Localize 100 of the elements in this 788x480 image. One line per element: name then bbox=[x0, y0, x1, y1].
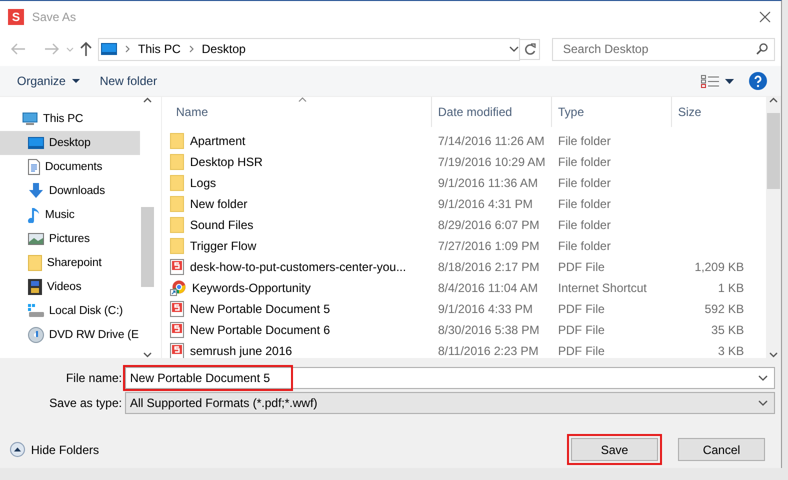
desktop-icon bbox=[101, 43, 117, 55]
table-cell: File folder bbox=[558, 176, 611, 190]
sidebar-item[interactable]: DVD RW Drive (E bbox=[0, 323, 140, 347]
table-cell: 7/19/2016 10:29 AM bbox=[438, 154, 546, 168]
table-cell: File folder bbox=[558, 196, 611, 210]
sidebar-item[interactable]: Music bbox=[0, 203, 140, 227]
refresh-button[interactable] bbox=[520, 38, 540, 60]
table-cell: 8/30/2016 5:38 PM bbox=[438, 322, 540, 336]
sidebar-item[interactable]: Pictures bbox=[0, 227, 140, 251]
folder-icon bbox=[170, 216, 184, 232]
table-cell: PDF File bbox=[558, 322, 605, 336]
table-cell: 9/1/2016 4:31 PM bbox=[438, 196, 533, 210]
file-name[interactable]: Trigger Flow bbox=[190, 238, 256, 252]
file-type-dropdown[interactable]: All Supported Formats (*.pdf;*.wwf) bbox=[125, 392, 775, 414]
close-icon[interactable] bbox=[759, 10, 771, 22]
field-label: Save as type: bbox=[48, 396, 123, 410]
new-folder-button[interactable]: New folder bbox=[94, 72, 162, 90]
folder-icon bbox=[170, 154, 184, 170]
help-icon[interactable] bbox=[749, 72, 767, 90]
scroll-down-icon[interactable] bbox=[769, 352, 778, 358]
column-header[interactable]: Name bbox=[162, 97, 432, 127]
table-cell-text: 35 KB bbox=[710, 322, 744, 336]
film-strip-icon bbox=[28, 279, 42, 295]
sidebar-item[interactable]: Downloads bbox=[0, 179, 140, 203]
file-name[interactable]: Desktop HSR bbox=[190, 154, 263, 168]
address-bar[interactable]: This PC Desktop bbox=[98, 38, 520, 60]
sidebar-item[interactable]: Desktop bbox=[0, 131, 140, 155]
column-header[interactable]: Date modified bbox=[432, 97, 552, 127]
sidebar-item[interactable]: Documents bbox=[0, 155, 140, 179]
list-view-icon bbox=[701, 74, 719, 88]
scroll-down-icon[interactable] bbox=[143, 352, 152, 358]
file-name[interactable]: New folder bbox=[190, 196, 248, 210]
folder-icon bbox=[170, 132, 184, 148]
pdf-file-icon bbox=[170, 300, 184, 316]
file-name[interactable]: Sound Files bbox=[190, 218, 254, 232]
folder-icon bbox=[170, 174, 184, 190]
app-logo: S bbox=[8, 8, 24, 24]
file-name[interactable]: semrush june 2016 bbox=[190, 344, 292, 358]
table-cell: 9/1/2016 4:33 PM bbox=[438, 302, 533, 316]
table-cell: 7/14/2016 11:26 AM bbox=[438, 134, 545, 148]
save-button[interactable]: Save bbox=[571, 438, 658, 461]
table-cell: 8/18/2016 2:17 PM bbox=[438, 260, 540, 274]
monitor-icon bbox=[22, 112, 38, 126]
table-cell: File folder bbox=[558, 218, 611, 232]
table-cell: File folder bbox=[558, 238, 611, 252]
caret-icon bbox=[72, 79, 80, 83]
sidebar-item[interactable]: Videos bbox=[0, 275, 140, 299]
table-cell-text: 1,209 KB bbox=[694, 260, 744, 274]
up-button[interactable] bbox=[80, 42, 92, 56]
sidebar-item[interactable]: This PC bbox=[0, 107, 140, 131]
pdf-file-icon bbox=[170, 258, 184, 274]
caret-icon bbox=[725, 78, 734, 84]
sort-caret-icon bbox=[298, 97, 307, 102]
chevron-down-icon bbox=[758, 400, 768, 406]
chevron-down-icon[interactable] bbox=[509, 46, 519, 52]
search-field[interactable]: Search Desktop bbox=[552, 38, 775, 60]
cancel-button[interactable]: Cancel bbox=[678, 438, 765, 461]
file-name[interactable]: Keywords-Opportunity bbox=[192, 280, 311, 294]
breadcrumb-item[interactable]: This PC bbox=[138, 42, 181, 56]
table-cell-text: 592 KB bbox=[704, 302, 744, 316]
breadcrumb-item[interactable]: Desktop bbox=[202, 42, 246, 56]
table-cell: 9/1/2016 11:36 AM bbox=[438, 176, 538, 190]
chevron-right-icon bbox=[125, 45, 130, 53]
document-icon bbox=[28, 159, 40, 175]
sidebar-item[interactable]: Sharepoint bbox=[0, 251, 140, 275]
scroll-up-icon[interactable] bbox=[769, 97, 778, 103]
up-arrow-icon bbox=[80, 42, 92, 56]
shortcut-icon bbox=[170, 280, 186, 296]
file-name-field[interactable]: New Portable Document 5 bbox=[125, 366, 775, 388]
search-icon bbox=[756, 43, 768, 55]
refresh-icon bbox=[524, 42, 536, 56]
drive-icon bbox=[28, 304, 44, 318]
down-arrow-icon bbox=[28, 183, 44, 199]
field-label: File name: bbox=[64, 370, 123, 384]
chevron-down-icon[interactable] bbox=[758, 374, 768, 380]
scrollbar[interactable] bbox=[766, 97, 781, 358]
column-header[interactable]: Type bbox=[552, 97, 672, 127]
folder-icon bbox=[28, 255, 42, 271]
scrollbar-thumb[interactable] bbox=[141, 207, 154, 287]
scrollbar-thumb[interactable] bbox=[767, 113, 780, 189]
file-name[interactable]: New Portable Document 6 bbox=[190, 322, 330, 336]
file-name[interactable]: Apartment bbox=[190, 134, 246, 148]
table-cell-text: 1 KB bbox=[716, 280, 744, 294]
table-cell: Internet Shortcut bbox=[558, 280, 647, 294]
hide-folders-button[interactable]: Hide Folders bbox=[10, 442, 100, 457]
disc-icon bbox=[28, 327, 44, 343]
file-name[interactable]: desk-how-to-put-customers-center-you... bbox=[190, 260, 406, 274]
scroll-up-icon[interactable] bbox=[143, 97, 152, 103]
column-header[interactable]: Size bbox=[672, 97, 751, 127]
window-title: Save As bbox=[32, 10, 78, 24]
back-arrow-icon bbox=[10, 43, 26, 55]
pdf-file-icon bbox=[170, 342, 184, 358]
table-cell: 7/27/2016 1:09 PM bbox=[438, 238, 540, 252]
file-name[interactable]: Logs bbox=[190, 176, 216, 190]
file-name[interactable]: New Portable Document 5 bbox=[190, 302, 330, 316]
table-cell: PDF File bbox=[558, 260, 605, 274]
desktop-icon bbox=[28, 137, 44, 149]
organize-menu[interactable]: Organize bbox=[12, 72, 85, 90]
table-cell: 8/4/2016 11:04 AM bbox=[438, 280, 538, 294]
sidebar-item[interactable]: Local Disk (C:) bbox=[0, 299, 140, 323]
